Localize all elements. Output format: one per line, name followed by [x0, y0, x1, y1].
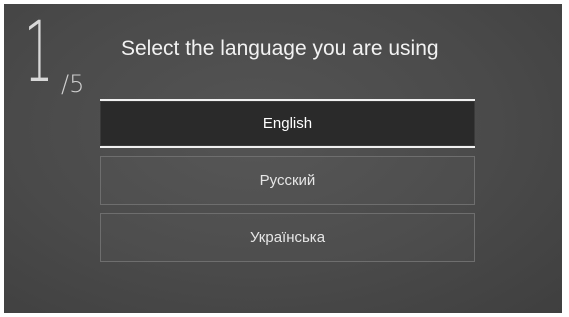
language-option-label: Русский: [259, 172, 316, 189]
language-option-russian[interactable]: Русский: [100, 156, 475, 205]
language-option-ukrainian[interactable]: Українська: [100, 213, 475, 262]
language-list: English Русский Українська: [100, 99, 475, 270]
step-total-count: /5: [61, 70, 85, 98]
language-option-label: Українська: [249, 229, 326, 246]
step-current-number: 1: [24, 4, 53, 101]
language-option-english[interactable]: English: [100, 99, 475, 148]
tv-frame: 1 /5 Select the language you are using E…: [0, 0, 569, 317]
language-option-label: English: [262, 115, 313, 132]
page-title: Select the language you are using: [121, 37, 439, 60]
setup-screen: 1 /5 Select the language you are using E…: [4, 4, 562, 313]
